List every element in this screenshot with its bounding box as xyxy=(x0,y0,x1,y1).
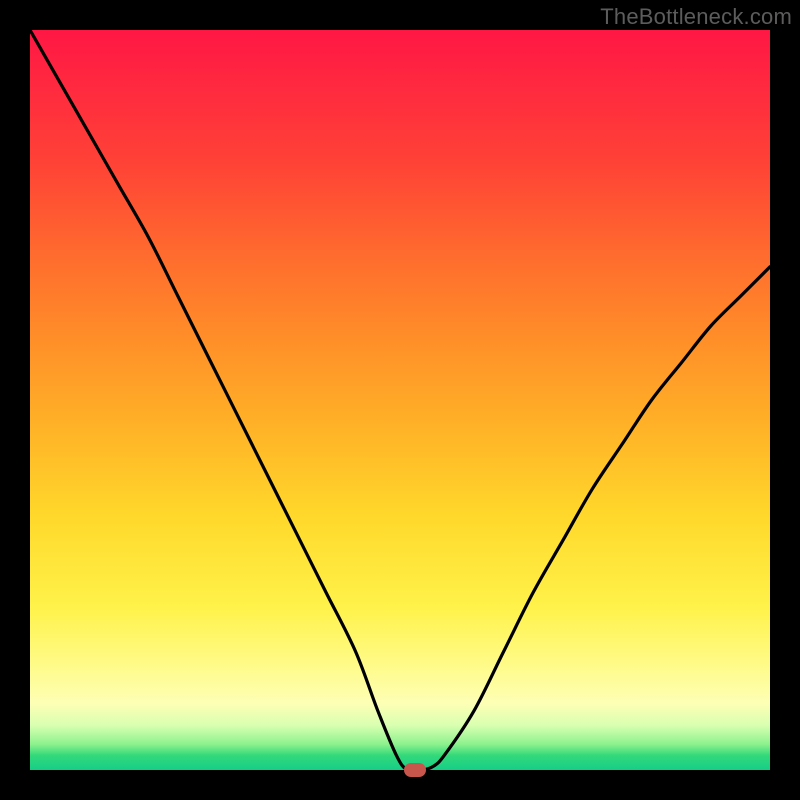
plot-area xyxy=(30,30,770,770)
bottleneck-curve xyxy=(30,30,770,770)
minimum-marker xyxy=(404,763,426,777)
chart-frame: TheBottleneck.com xyxy=(0,0,800,800)
watermark-text: TheBottleneck.com xyxy=(600,4,792,30)
curve-path xyxy=(30,30,770,770)
